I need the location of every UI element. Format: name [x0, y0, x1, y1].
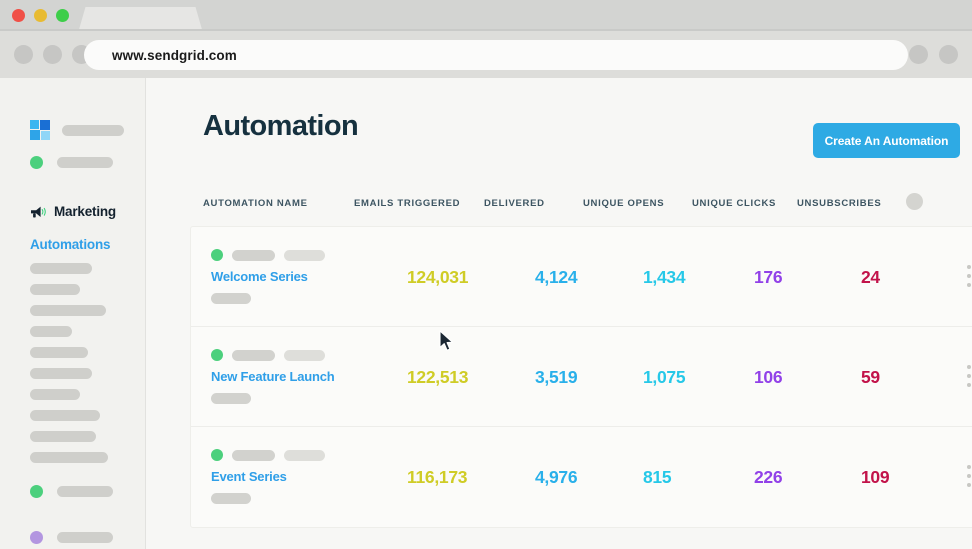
- sidebar-item-marketing[interactable]: Marketing: [30, 204, 116, 219]
- sidebar-placeholder-list: [30, 263, 108, 463]
- row-actions-menu-icon[interactable]: [967, 365, 971, 387]
- automation-name-cell: Welcome Series: [211, 249, 325, 304]
- cell-emails-triggered: 122,513: [407, 367, 469, 387]
- cell-emails-triggered: 124,031: [407, 267, 469, 287]
- url-text: www.sendgrid.com: [112, 47, 237, 63]
- sidebar-placeholder-item[interactable]: [30, 347, 88, 358]
- sidebar-item-placeholder: [57, 532, 113, 543]
- cell-delivered: 3,519: [535, 367, 578, 387]
- cell-unsubscribes: 59: [861, 367, 880, 387]
- column-header-delivered[interactable]: DELIVERED: [484, 198, 545, 209]
- sidebar-item-placeholder: [57, 157, 113, 168]
- tabs-icon[interactable]: [939, 45, 958, 64]
- automation-name-cell: Event Series: [211, 449, 325, 504]
- column-header-emails-triggered[interactable]: EMAILS TRIGGERED: [354, 198, 460, 209]
- cell-unique-opens: 1,075: [643, 367, 686, 387]
- sidebar-item-label: Marketing: [54, 204, 116, 219]
- share-icon[interactable]: [909, 45, 928, 64]
- cell-unique-opens: 815: [643, 467, 672, 487]
- row-sub-placeholder: [211, 393, 251, 404]
- page-title: Automation: [203, 110, 359, 142]
- sidebar-placeholder-item[interactable]: [30, 452, 108, 463]
- status-dot-icon: [211, 349, 223, 361]
- table-row[interactable]: Event Series 116,173 4,976 815 226 109: [191, 427, 972, 527]
- sidebar-placeholder-item[interactable]: [30, 410, 100, 421]
- window-controls: [12, 9, 69, 22]
- status-dot-icon: [30, 156, 43, 169]
- navigation-buttons: [14, 45, 91, 64]
- automation-name-link[interactable]: Event Series: [211, 469, 325, 484]
- browser-window: www.sendgrid.com Marketing Automations A…: [0, 0, 972, 549]
- column-header-unique-clicks[interactable]: UNIQUE CLICKS: [692, 198, 776, 209]
- column-header-automation-name[interactable]: AUTOMATION NAME: [203, 198, 308, 209]
- sidebar-placeholder-item[interactable]: [30, 368, 92, 379]
- browser-tab[interactable]: [78, 7, 203, 33]
- back-icon[interactable]: [14, 45, 33, 64]
- row-meta-placeholder: [232, 249, 275, 261]
- row-actions-menu-icon[interactable]: [967, 465, 971, 487]
- automation-name-link[interactable]: New Feature Launch: [211, 369, 335, 384]
- column-header-unique-opens[interactable]: UNIQUE OPENS: [583, 198, 664, 209]
- cell-unique-clicks: 106: [754, 367, 783, 387]
- status-dot-icon: [211, 249, 223, 261]
- row-meta-chips: [211, 449, 325, 461]
- status-dot-icon: [211, 449, 223, 461]
- sidebar-placeholder-item[interactable]: [30, 305, 106, 316]
- table-row[interactable]: New Feature Launch 122,513 3,519 1,075 106 59: [191, 327, 972, 427]
- cell-unique-clicks: 176: [754, 267, 783, 287]
- automations-table: Welcome Series 124,031 4,124 1,434 176 24 New …: [190, 226, 972, 528]
- sidebar-placeholder-item[interactable]: [30, 431, 96, 442]
- cell-delivered: 4,124: [535, 267, 578, 287]
- sidebar-placeholder-item[interactable]: [30, 284, 80, 295]
- row-meta-chips: [211, 349, 335, 361]
- sidebar-brand[interactable]: [30, 120, 124, 140]
- table-header-row: AUTOMATION NAME EMAILS TRIGGERED DELIVERED…: [146, 193, 972, 226]
- sidebar-item-secondary-purple[interactable]: [30, 531, 113, 544]
- sidebar-item-account[interactable]: [30, 156, 113, 169]
- sendgrid-logo-icon: [30, 120, 50, 140]
- cell-unsubscribes: 24: [861, 267, 880, 287]
- table-row[interactable]: Welcome Series 124,031 4,124 1,434 176 24: [191, 227, 972, 327]
- sidebar: Marketing Automations: [0, 78, 146, 549]
- column-header-options-icon[interactable]: [906, 193, 923, 210]
- minimize-window-button[interactable]: [34, 9, 47, 22]
- create-automation-button[interactable]: Create An Automation: [813, 123, 960, 158]
- brand-name-placeholder: [62, 124, 124, 136]
- column-header-unsubscribes[interactable]: UNSUBSCRIBES: [797, 198, 881, 209]
- browser-toolbar: www.sendgrid.com: [0, 31, 972, 78]
- close-window-button[interactable]: [12, 9, 25, 22]
- forward-icon[interactable]: [43, 45, 62, 64]
- cell-emails-triggered: 116,173: [407, 467, 468, 487]
- cell-unsubscribes: 109: [861, 467, 890, 487]
- maximize-window-button[interactable]: [56, 9, 69, 22]
- row-meta-placeholder: [232, 349, 275, 361]
- row-meta-placeholder: [284, 249, 325, 261]
- status-dot-icon: [30, 485, 43, 498]
- sidebar-item-secondary-green[interactable]: [30, 485, 113, 498]
- sidebar-item-placeholder: [57, 486, 113, 497]
- row-meta-placeholder: [284, 449, 325, 461]
- toolbar-right-buttons: [909, 45, 958, 64]
- cell-unique-clicks: 226: [754, 467, 783, 487]
- automation-name-cell: New Feature Launch: [211, 349, 335, 404]
- sidebar-placeholder-item[interactable]: [30, 263, 92, 274]
- status-dot-icon: [30, 531, 43, 544]
- automation-name-link[interactable]: Welcome Series: [211, 269, 325, 284]
- row-actions-menu-icon[interactable]: [967, 265, 971, 287]
- cell-delivered: 4,976: [535, 467, 578, 487]
- sidebar-item-automations[interactable]: Automations: [30, 237, 110, 252]
- app-viewport: Marketing Automations Automation Create …: [0, 78, 972, 549]
- row-meta-placeholder: [232, 449, 275, 461]
- address-bar[interactable]: www.sendgrid.com: [84, 40, 908, 70]
- browser-tabstrip: [0, 0, 972, 31]
- row-meta-placeholder: [284, 349, 325, 361]
- row-meta-chips: [211, 249, 325, 261]
- sidebar-placeholder-item[interactable]: [30, 326, 72, 337]
- sidebar-placeholder-item[interactable]: [30, 389, 80, 400]
- row-sub-placeholder: [211, 493, 251, 504]
- main-content: Automation Create An Automation AUTOMATI…: [146, 78, 972, 549]
- megaphone-icon: [31, 206, 46, 217]
- row-sub-placeholder: [211, 293, 251, 304]
- cell-unique-opens: 1,434: [643, 267, 686, 287]
